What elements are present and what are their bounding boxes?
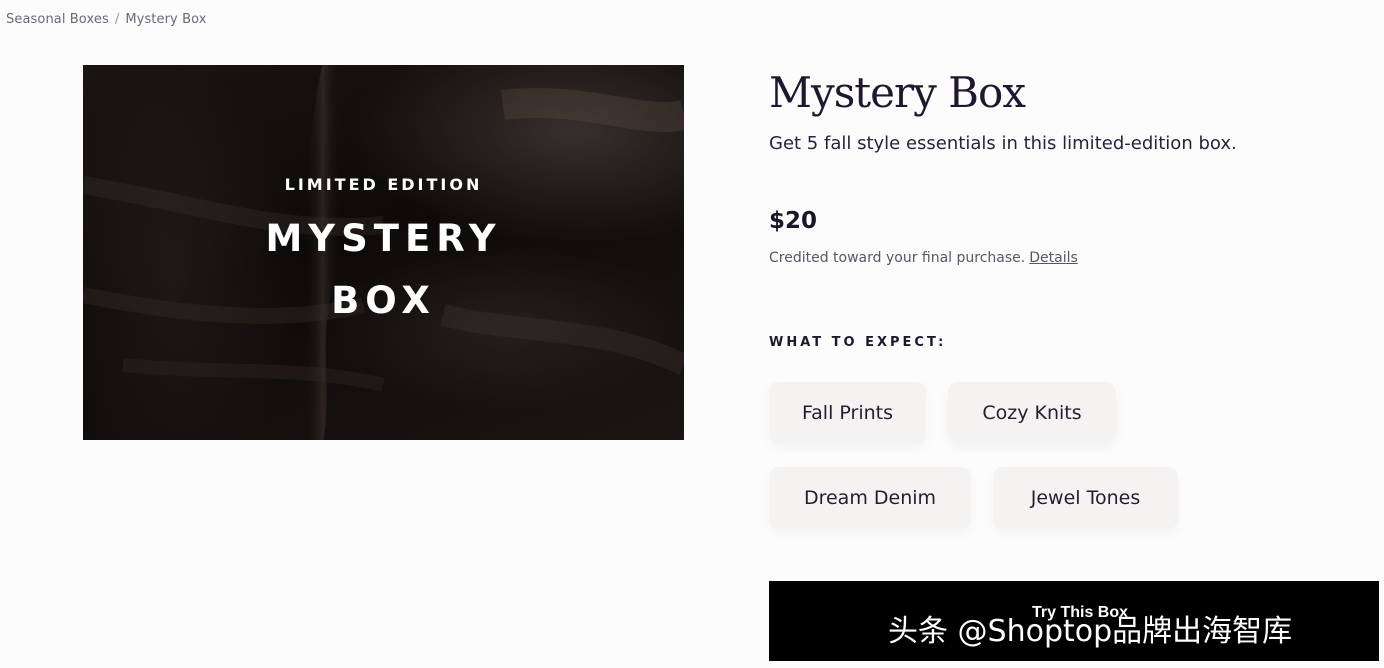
breadcrumb: Seasonal Boxes / Mystery Box (6, 12, 207, 27)
details-link[interactable]: Details (1029, 250, 1078, 266)
credit-note: Credited toward your final purchase. Deta… (769, 250, 1078, 266)
product-price: $20 (769, 208, 818, 234)
try-this-box-label: Try This Box (1031, 604, 1129, 621)
hero-kicker: LIMITED EDITION (284, 175, 483, 194)
product-subtitle: Get 5 fall style essentials in this limi… (769, 133, 1237, 154)
what-to-expect-label: WHAT TO EXPECT: (769, 335, 947, 350)
breadcrumb-mystery-box[interactable]: Mystery Box (125, 12, 206, 27)
breadcrumb-separator: / (114, 12, 120, 27)
hero-text: LIMITED EDITION MYSTERY BOX (83, 65, 684, 440)
hero-title-line-1: MYSTERY (265, 217, 502, 260)
try-this-box-button[interactable]: Try This Box (769, 581, 1379, 661)
expect-tag-jewel-tones[interactable]: Jewel Tones (993, 467, 1178, 529)
product-title: Mystery Box (769, 68, 1026, 117)
hero-title-line-2: BOX (331, 279, 436, 322)
breadcrumb-seasonal-boxes[interactable]: Seasonal Boxes (6, 12, 109, 27)
expect-tag-dream-denim[interactable]: Dream Denim (769, 467, 971, 529)
expect-tag-cozy-knits[interactable]: Cozy Knits (948, 382, 1116, 444)
product-page: Seasonal Boxes / Mystery Box LIMITED EDI… (0, 0, 1384, 668)
credit-text: Credited toward your final purchase. (769, 250, 1026, 266)
product-hero-image: LIMITED EDITION MYSTERY BOX (83, 65, 684, 440)
expect-tag-fall-prints[interactable]: Fall Prints (769, 382, 926, 444)
